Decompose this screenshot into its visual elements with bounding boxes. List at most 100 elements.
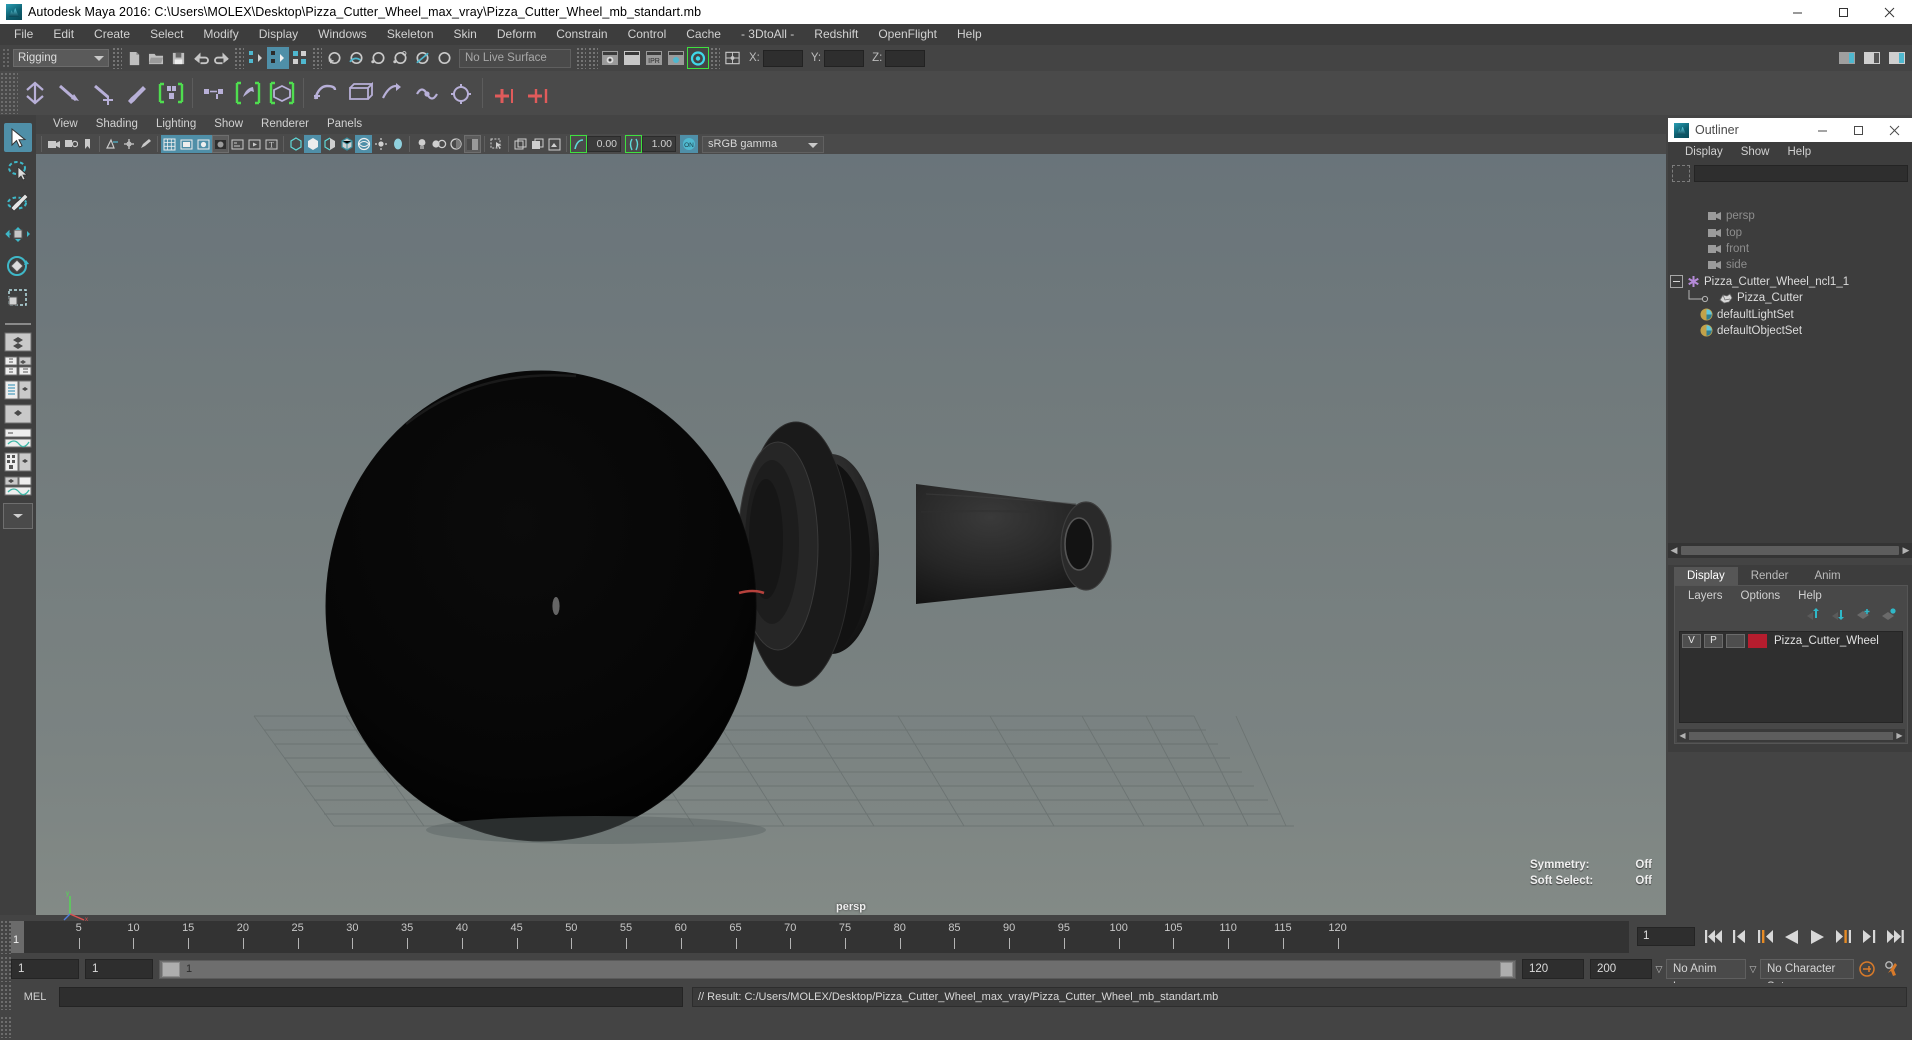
- toggle-gamma-icon[interactable]: [570, 135, 587, 153]
- maximize-button[interactable]: [1820, 0, 1866, 24]
- statusline-grip[interactable]: [2, 48, 11, 68]
- wireframe-shading-icon[interactable]: [287, 135, 304, 153]
- outliner-menu-help[interactable]: Help: [1779, 142, 1821, 162]
- menu-item-help[interactable]: Help: [947, 24, 992, 45]
- toolbar-grip[interactable]: [576, 47, 586, 69]
- playback-end-time-field[interactable]: 120: [1522, 959, 1584, 979]
- mirror-skin-weights-icon[interactable]: [197, 75, 231, 111]
- camera-attributes-icon[interactable]: [62, 135, 79, 153]
- move-layer-down-icon[interactable]: [1831, 608, 1847, 623]
- anim-layer-selector[interactable]: No Anim Layer: [1666, 959, 1746, 993]
- panel-menu-renderer[interactable]: Renderer: [252, 115, 318, 134]
- copy-skin-weights-icon[interactable]: [231, 75, 265, 111]
- outliner-maximize-button[interactable]: [1840, 118, 1876, 142]
- grid-display-icon[interactable]: [161, 135, 178, 153]
- save-scene-icon[interactable]: [167, 47, 189, 69]
- use-default-lighting-icon[interactable]: [413, 135, 430, 153]
- playblast-icon[interactable]: [246, 135, 263, 153]
- scroll-left-arrow-icon[interactable]: ◀: [1677, 731, 1688, 740]
- lattice-deformer-icon[interactable]: [342, 75, 376, 111]
- panel-menu-lighting[interactable]: Lighting: [147, 115, 205, 134]
- timeline-track[interactable]: 1 5 10 15 20 25 30 35 40 45 50 55 60 65 70 75 80 85 90 95 1…: [11, 920, 1629, 953]
- step-back-keyframe-icon[interactable]: [1729, 926, 1750, 948]
- menu-item-3dtoall[interactable]: - 3DtoAll -: [731, 24, 804, 45]
- exposure-icon[interactable]: [229, 135, 246, 153]
- command-input-field[interactable]: [59, 987, 683, 1007]
- play-backwards-icon[interactable]: [1781, 926, 1802, 948]
- step-forward-keyframe-icon[interactable]: [1859, 926, 1880, 948]
- outliner-item-pizza-cutter-wheel-ncl1-1[interactable]: Pizza_Cutter_Wheel_ncl1_1: [1668, 274, 1912, 290]
- ipr-render-icon[interactable]: IPR: [643, 47, 665, 69]
- open-scene-icon[interactable]: [145, 47, 167, 69]
- screen-space-ambient-occlusion-icon[interactable]: [464, 135, 481, 153]
- outliner-item-defaultobjectset[interactable]: defaultObjectSet: [1668, 323, 1912, 339]
- create-deformer-set-icon[interactable]: [308, 75, 342, 111]
- range-slider-track[interactable]: 1: [159, 959, 1516, 979]
- use-all-lights-icon[interactable]: [430, 135, 447, 153]
- minimize-button[interactable]: [1774, 0, 1820, 24]
- paint-select-tool-icon[interactable]: [4, 187, 32, 216]
- layout-menu-button[interactable]: [3, 503, 33, 529]
- texture-filter-icon[interactable]: [546, 135, 563, 153]
- outliner-tree[interactable]: persp top front side Pizza_Cutter_Wheel_ncl1…: [1668, 206, 1912, 542]
- menu-item-control[interactable]: Control: [618, 24, 677, 45]
- menu-item-deform[interactable]: Deform: [487, 24, 546, 45]
- toolbar-grip[interactable]: [234, 47, 244, 69]
- close-button[interactable]: [1866, 0, 1912, 24]
- toggle-sidebar-icon[interactable]: [1836, 47, 1858, 69]
- go-to-end-icon[interactable]: [1885, 926, 1906, 948]
- menu-item-skeleton[interactable]: Skeleton: [377, 24, 444, 45]
- menu-item-skin[interactable]: Skin: [444, 24, 487, 45]
- layer-name[interactable]: Pizza_Cutter_Wheel: [1774, 635, 1879, 647]
- animation-preferences-icon[interactable]: [1880, 960, 1906, 978]
- persp-outliner-graph-layout-icon[interactable]: [3, 475, 33, 497]
- range-slider-grip[interactable]: [0, 956, 11, 982]
- scroll-right-arrow-icon[interactable]: ▶: [1900, 545, 1912, 556]
- animation-end-time-field[interactable]: 200: [1590, 959, 1652, 979]
- rotate-tool-icon[interactable]: [4, 251, 32, 280]
- outliner-close-button[interactable]: [1876, 118, 1912, 142]
- persp-graph-editor-layout-icon[interactable]: [3, 427, 33, 449]
- toggle-attribute-editor-panel-icon[interactable]: [1861, 47, 1883, 69]
- toggle-exposure-icon[interactable]: [625, 135, 642, 153]
- paint-skin-weights-tool-icon[interactable]: [120, 75, 154, 111]
- film-gate-icon[interactable]: [178, 135, 195, 153]
- grease-pencil-icon[interactable]: [137, 135, 154, 153]
- outliner-item-side[interactable]: side: [1668, 257, 1912, 273]
- smooth-shade-all-icon[interactable]: [304, 135, 321, 153]
- outliner-item-front[interactable]: front: [1668, 241, 1912, 257]
- color-management-toggle-icon[interactable]: ON: [680, 135, 698, 153]
- new-layer-icon[interactable]: [1856, 608, 1872, 623]
- outliner-item-top[interactable]: top: [1668, 224, 1912, 240]
- outliner-menu-show[interactable]: Show: [1732, 142, 1779, 162]
- shadows-icon[interactable]: [447, 135, 464, 153]
- scale-tool-icon[interactable]: [4, 283, 32, 312]
- menu-item-cache[interactable]: Cache: [676, 24, 731, 45]
- time-slider-playhead[interactable]: 1: [11, 920, 24, 953]
- panel-menu-view[interactable]: View: [44, 115, 87, 134]
- ik-spline-handle-tool-icon[interactable]: [86, 75, 120, 111]
- anim-layer-dropdown-arrow-icon[interactable]: ▽: [1652, 964, 1666, 975]
- collapse-expander-icon[interactable]: [1670, 275, 1683, 289]
- layer-color-swatch[interactable]: [1748, 633, 1767, 648]
- outliner-item-pizza-cutter[interactable]: Pizza_Cutter: [1668, 289, 1912, 306]
- smooth-bind-proxy-icon[interactable]: [265, 75, 299, 111]
- display-layer-row[interactable]: V P Pizza_Cutter_Wheel: [1680, 632, 1902, 649]
- outliner-persp-layout-icon[interactable]: [3, 379, 33, 401]
- wire-deformer-icon[interactable]: [410, 75, 444, 111]
- text-annotation-icon[interactable]: T: [263, 135, 280, 153]
- cluster-deformer-icon[interactable]: [376, 75, 410, 111]
- outliner-item-persp[interactable]: persp: [1668, 208, 1912, 224]
- timeline-grip[interactable]: [0, 919, 11, 954]
- xray-active-components-icon[interactable]: [389, 135, 406, 153]
- menu-item-edit[interactable]: Edit: [43, 24, 84, 45]
- play-forwards-icon[interactable]: [1807, 926, 1828, 948]
- new-scene-icon[interactable]: [123, 47, 145, 69]
- wireframe-on-shaded-icon[interactable]: [338, 135, 355, 153]
- character-set-dropdown-arrow-icon[interactable]: ▽: [1746, 964, 1760, 975]
- shelf-grip[interactable]: [0, 72, 18, 114]
- texture-mode-icon[interactable]: [512, 135, 529, 153]
- bind-skin-icon[interactable]: [154, 75, 188, 111]
- snap-to-projected-center-icon[interactable]: [389, 47, 411, 69]
- layer-display-type-toggle[interactable]: [1726, 633, 1745, 648]
